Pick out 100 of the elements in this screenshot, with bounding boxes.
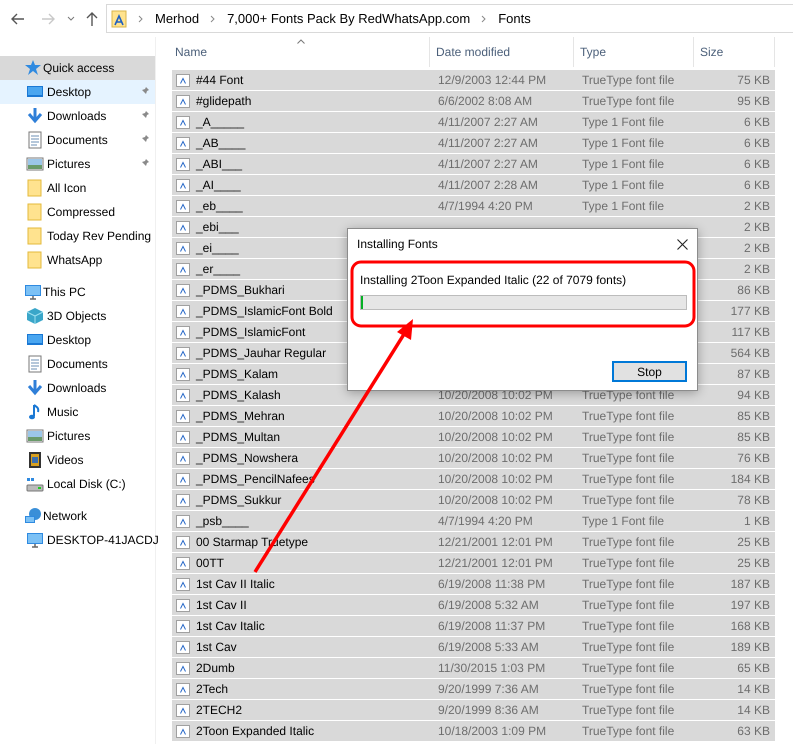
navigation-item[interactable]: Today Rev Pending (0, 224, 155, 248)
file-row[interactable]: 2Toon Expanded Italic 10/18/2003 1:09 PM TrueType font file 63 KB (172, 721, 775, 741)
file-name: _psb____ (196, 513, 249, 530)
file-type: TrueType font file (582, 598, 674, 612)
navigation-item[interactable]: All Icon (0, 176, 155, 200)
file-size: 2 KB (744, 261, 770, 278)
file-type: TrueType font file (582, 682, 674, 696)
file-row[interactable]: #glidepath 6/6/2002 8:08 AM TrueType font file 95 KB (172, 91, 775, 111)
navigation-item[interactable]: Local Disk (C:) (0, 472, 155, 496)
column-header[interactable]: Size (694, 37, 775, 67)
file-size: 1 KB (744, 513, 770, 530)
file-size: 117 KB (732, 324, 770, 341)
picture-icon (26, 155, 44, 173)
file-row[interactable]: _AB____ 4/11/2007 2:27 AM Type 1 Font file 6 KB (172, 133, 775, 153)
file-name: 2Tech (196, 681, 228, 698)
navigation-item[interactable]: This PC (0, 280, 155, 304)
file-row[interactable]: _eb____ 4/7/1994 4:20 PM Type 1 Font file 2 KB (172, 196, 775, 216)
stop-button[interactable]: Stop (612, 361, 687, 382)
date-modified: 4/11/2007 2:27 AM (438, 136, 538, 150)
folder-icon (26, 227, 44, 245)
file-row[interactable]: 1st Cav II Italic 6/19/2008 11:38 PM TrueType font file 187 KB (172, 574, 775, 594)
up-arrow-icon (86, 12, 98, 26)
file-name: _PDMS_Bukhari (196, 282, 285, 299)
font-file-icon (176, 158, 190, 170)
file-row[interactable]: 2Tech 9/20/1999 7:36 AM TrueType font file 14 KB (172, 679, 775, 699)
document-icon (26, 131, 44, 149)
breadcrumb[interactable]: Merhod (155, 8, 200, 28)
file-row[interactable]: _PDMS_Nowshera 10/20/2008 10:02 PM TrueType font file 76 KB (172, 448, 775, 468)
file-row[interactable]: 1st Cav 6/19/2008 5:33 AM TrueType font file 189 KB (172, 637, 775, 657)
folder-icon (26, 251, 44, 269)
navigation-item[interactable]: Downloads (0, 376, 155, 400)
file-row[interactable]: _PDMS_Sukkur 10/20/2008 10:02 PM TrueType font file 78 KB (172, 490, 775, 510)
file-row[interactable]: _ABI___ 4/11/2007 2:27 AM Type 1 Font file 6 KB (172, 154, 775, 174)
file-size: 177 KB (730, 303, 770, 320)
breadcrumb[interactable]: Fonts (498, 8, 531, 28)
navigation-item[interactable]: Downloads (0, 104, 155, 128)
file-row[interactable]: 1st Cav Italic 6/19/2008 11:37 PM TrueType font file 168 KB (172, 616, 775, 636)
navigation-item[interactable]: Compressed (0, 200, 155, 224)
file-size: 75 KB (737, 72, 770, 89)
file-row[interactable]: _PDMS_Multan 10/20/2008 10:02 PM TrueType font file 85 KB (172, 427, 775, 447)
navigation-item[interactable]: Desktop (0, 80, 155, 104)
file-type: Type 1 Font file (582, 115, 664, 129)
font-file-icon (176, 536, 190, 548)
navigation-item[interactable]: Documents (0, 352, 155, 376)
file-name: _PDMS_Nowshera (196, 450, 298, 467)
file-size: 63 KB (737, 723, 770, 740)
file-row[interactable]: 1st Cav II 6/19/2008 5:32 AM TrueType font file 197 KB (172, 595, 775, 615)
font-file-icon (176, 556, 190, 570)
font-file-icon (176, 178, 190, 192)
dialog-title: Installing Fonts (357, 236, 439, 253)
font-file-icon (176, 262, 190, 276)
navigation-item[interactable]: Music (0, 400, 155, 424)
navigation-item[interactable]: Videos (0, 448, 155, 472)
file-name: 1st Cav (196, 639, 237, 656)
folder-icon (26, 203, 44, 221)
file-row[interactable]: _A_____ 4/11/2007 2:27 AM Type 1 Font file 6 KB (172, 112, 775, 132)
breadcrumb[interactable]: 7,000+ Fonts Pack By RedWhatsApp.com (227, 8, 470, 28)
file-name: _eb____ (196, 198, 243, 215)
file-row[interactable]: 2Dumb 11/30/2015 1:03 PM TrueType font file 65 KB (172, 658, 775, 678)
column-header[interactable]: Type (574, 37, 694, 67)
close-icon (676, 238, 688, 250)
file-row[interactable]: _PDMS_Mehran 10/20/2008 10:02 PM TrueType font file 85 KB (172, 406, 775, 426)
disk-icon (26, 475, 44, 493)
file-type: TrueType font file (582, 577, 674, 591)
file-name: #44 Font (196, 72, 244, 89)
navigation-item[interactable]: Quick access (0, 56, 155, 80)
font-file-icon (176, 452, 190, 464)
date-modified: 4/7/1994 4:20 PM (438, 514, 533, 528)
navigation-item[interactable]: Pictures (0, 152, 155, 176)
file-size: 6 KB (744, 114, 770, 131)
file-name: _PDMS_Kalash (196, 387, 281, 404)
file-type: TrueType font file (582, 556, 674, 570)
file-row[interactable]: 00TT 12/21/2001 12:01 PM TrueType font file 25 KB (172, 553, 775, 573)
file-row[interactable]: _psb____ 4/7/1994 4:20 PM Type 1 Font file 1 KB (172, 511, 775, 531)
font-file-icon (176, 620, 190, 632)
column-header[interactable]: Date modified (430, 37, 574, 67)
navigation-item[interactable]: Desktop (0, 328, 155, 352)
navigation-item[interactable]: WhatsApp (0, 248, 155, 272)
file-row[interactable]: _AI____ 4/11/2007 2:28 AM Type 1 Font file 6 KB (172, 175, 775, 195)
file-size: 25 KB (737, 555, 770, 572)
date-modified: 12/9/2003 12:44 PM (438, 73, 546, 87)
file-row[interactable]: #44 Font 12/9/2003 12:44 PM TrueType font file 75 KB (172, 70, 775, 90)
column-header[interactable]: Name (172, 37, 430, 67)
date-modified: 6/19/2008 5:33 AM (438, 640, 539, 654)
font-file-icon (176, 368, 190, 380)
file-type: Type 1 Font file (582, 136, 664, 150)
file-row[interactable]: 2TECH2 9/20/1999 8:36 AM TrueType font file 14 KB (172, 700, 775, 720)
file-size: 14 KB (737, 702, 770, 719)
file-name: 1st Cav Italic (196, 618, 265, 635)
font-file-icon (176, 724, 190, 738)
file-type: TrueType font file (582, 661, 674, 675)
navigation-item[interactable]: 3D Objects (0, 304, 155, 328)
navigation-item[interactable]: Network (0, 504, 155, 528)
navigation-item[interactable]: Documents (0, 128, 155, 152)
address-bar[interactable]: Merhod 7,000+ Fonts Pack By RedWhatsApp.com Fonts (106, 4, 793, 33)
navigation-item[interactable]: Pictures (0, 424, 155, 448)
file-name: 00TT (196, 555, 224, 572)
font-file-icon (176, 514, 190, 528)
date-modified: 12/21/2001 12:01 PM (438, 535, 553, 549)
file-type: TrueType font file (582, 619, 674, 633)
